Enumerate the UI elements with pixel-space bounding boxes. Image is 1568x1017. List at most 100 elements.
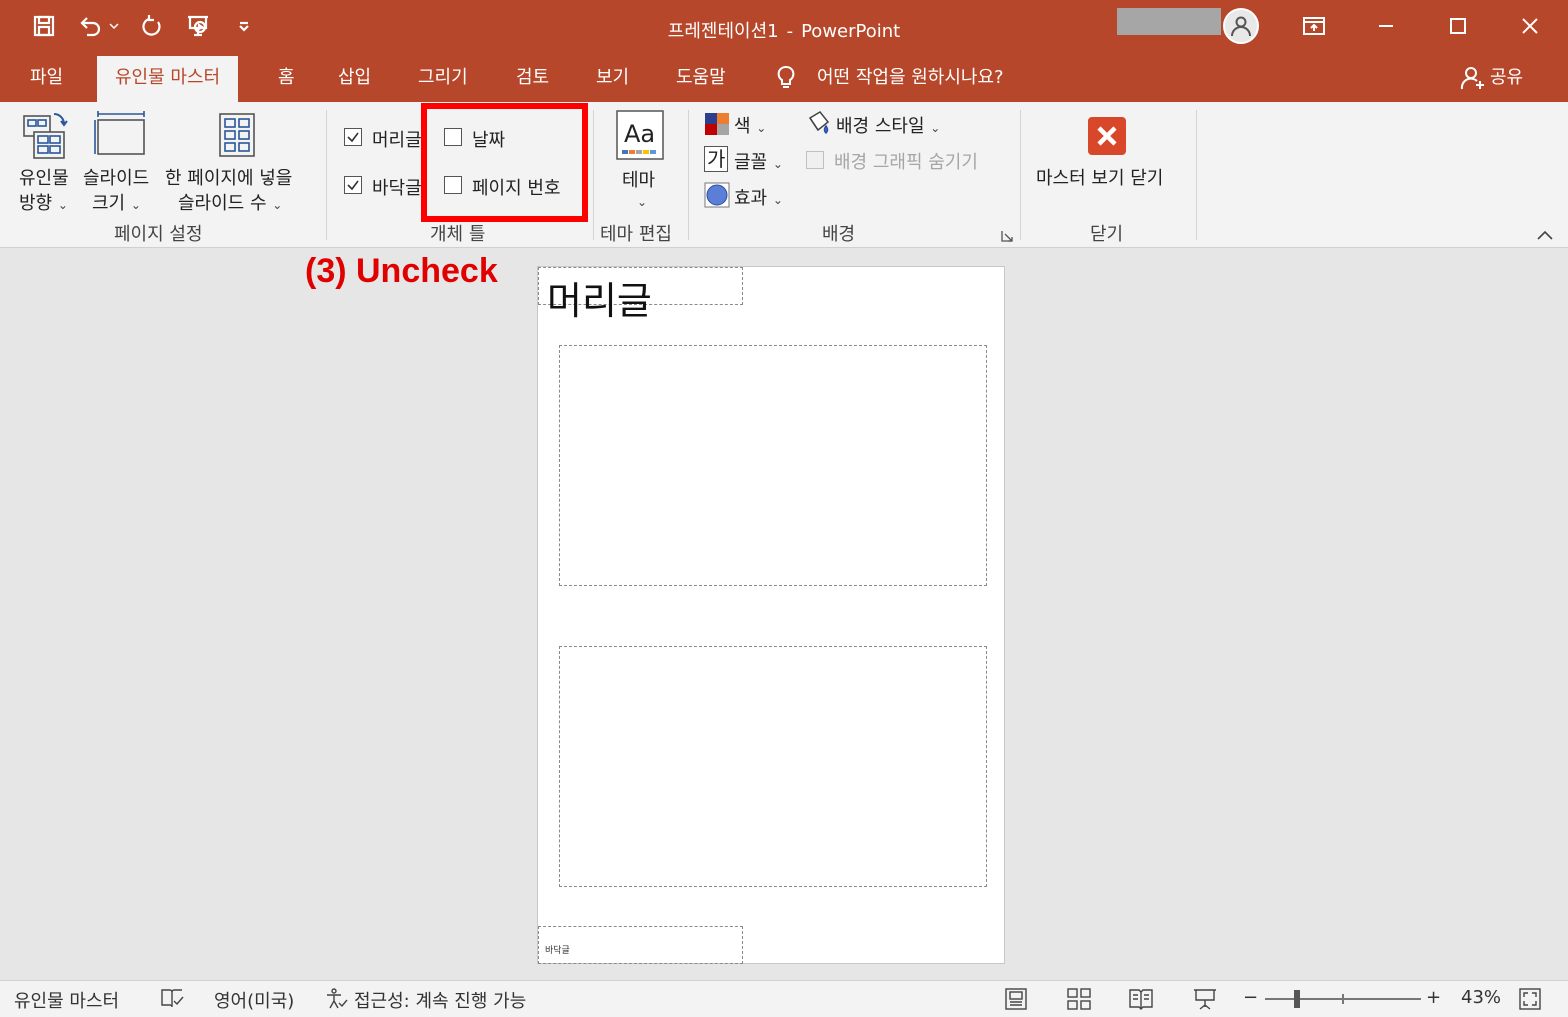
chevron-down-icon: ⌄ <box>772 193 783 207</box>
slide-placeholder-2[interactable] <box>559 646 987 887</box>
collapse-ribbon-icon[interactable] <box>1536 226 1554 245</box>
dialog-launcher-icon[interactable] <box>1000 228 1014 247</box>
reading-view-icon[interactable] <box>1128 987 1154 1016</box>
header-checkbox-label[interactable]: 머리글 <box>372 126 422 152</box>
tab-draw[interactable]: 그리기 <box>416 56 470 102</box>
minimize-icon[interactable] <box>1366 10 1406 42</box>
handout-orientation-button[interactable]: 방향 ⌄ <box>19 189 68 215</box>
slide-sorter-view-icon[interactable] <box>1066 987 1092 1016</box>
tab-insert[interactable]: 삽입 <box>336 56 373 102</box>
title-bar: 프레젠테이션1- PowerPoint <box>0 0 1568 56</box>
ribbon-display-icon[interactable] <box>1294 10 1334 42</box>
footer-checkbox[interactable] <box>344 176 362 194</box>
spelling-check-icon[interactable] <box>160 987 184 1014</box>
zoom-level[interactable]: 43% <box>1461 987 1501 1008</box>
background-styles-label: 배경 스타일 <box>836 116 925 137</box>
slides-per-page-label-2: 슬라이드 수 <box>178 193 267 214</box>
group-separator <box>1196 110 1197 240</box>
handout-orientation-icon[interactable] <box>22 110 70 164</box>
effects-button[interactable]: 효과 ⌄ <box>734 184 783 210</box>
share-button[interactable]: 공유 <box>1460 56 1523 100</box>
fonts-icon[interactable]: 가 <box>704 146 729 172</box>
notes-page-view-icon[interactable] <box>1004 987 1028 1016</box>
slide-size-label-1[interactable]: 슬라이드 <box>83 164 149 190</box>
chevron-down-icon: ⌄ <box>57 198 68 212</box>
chevron-down-icon: ⌄ <box>637 195 648 209</box>
app-name: PowerPoint <box>801 21 901 42</box>
tell-me-search[interactable]: 어떤 작업을 원하시나요? <box>817 56 1004 100</box>
slide-size-button[interactable]: 크기 ⌄ <box>92 189 141 215</box>
tab-help[interactable]: 도움말 <box>674 56 728 102</box>
colors-icon[interactable] <box>704 112 730 140</box>
footer-placeholder[interactable]: 바닥글 <box>538 926 743 964</box>
background-styles-button[interactable]: 배경 스타일 ⌄ <box>836 112 940 138</box>
effects-label: 효과 <box>734 188 768 209</box>
group-label-placeholders: 개체 틀 <box>430 224 486 245</box>
footer-checkbox-label[interactable]: 바닥글 <box>372 174 422 200</box>
header-placeholder-text: 머리글 <box>547 279 652 323</box>
theme-icon[interactable]: Aa <box>616 110 666 166</box>
group-separator <box>1020 110 1021 240</box>
handout-orientation-label-1[interactable]: 유인물 <box>19 164 69 190</box>
fonts-button[interactable]: 글꼴 ⌄ <box>734 148 783 174</box>
share-person-icon <box>1460 67 1484 90</box>
group-label-edit-theme: 테마 편집 <box>600 224 672 245</box>
chevron-down-icon: ⌄ <box>756 121 767 135</box>
fonts-label: 글꼴 <box>734 152 768 173</box>
close-icon[interactable] <box>1510 10 1550 42</box>
zoom-slider-thumb[interactable] <box>1294 990 1300 1008</box>
theme-dropdown[interactable]: ⌄ <box>637 190 647 211</box>
tab-review[interactable]: 검토 <box>514 56 551 102</box>
tab-home[interactable]: 홈 <box>276 56 297 102</box>
group-label-background: 배경 <box>822 224 856 245</box>
status-bar: 유인물 마스터 영어(미국) 접근성: 계속 진행 가능 − + 43% <box>0 980 1568 1017</box>
close-master-view-icon[interactable] <box>1087 116 1127 160</box>
highlight-box <box>421 103 588 222</box>
slide-size-label-2: 크기 <box>92 193 126 214</box>
header-checkbox[interactable] <box>344 128 362 146</box>
share-label: 공유 <box>1490 67 1524 88</box>
handout-page: 머리글 바닥글 <box>537 266 1005 964</box>
document-title: 프레젠테이션1 <box>667 21 779 42</box>
zoom-slider-center-tick <box>1342 994 1344 1004</box>
hide-background-graphics-label: 배경 그래픽 숨기기 <box>834 152 978 173</box>
group-separator <box>593 110 594 240</box>
zoom-in-button[interactable]: + <box>1426 987 1441 1008</box>
lightbulb-icon[interactable] <box>776 65 796 95</box>
slides-per-page-icon[interactable] <box>218 112 258 162</box>
header-placeholder[interactable]: 머리글 <box>538 267 743 323</box>
slide-size-icon[interactable] <box>94 110 148 162</box>
tab-handout-master[interactable]: 유인물 마스터 <box>97 56 239 102</box>
group-separator <box>326 110 327 240</box>
handout-orientation-label-2: 방향 <box>19 193 53 214</box>
zoom-out-button[interactable]: − <box>1243 987 1258 1008</box>
accessibility-icon[interactable] <box>322 987 348 1016</box>
hide-background-graphics-checkbox <box>806 151 824 169</box>
tab-file[interactable]: 파일 <box>28 56 65 102</box>
colors-button[interactable]: 색 ⌄ <box>734 112 766 138</box>
chevron-down-icon: ⌄ <box>930 121 941 135</box>
slide-placeholder-1[interactable] <box>559 345 987 586</box>
status-view-name: 유인물 마스터 <box>14 991 120 1012</box>
fit-to-window-icon[interactable] <box>1518 987 1542 1016</box>
effects-icon[interactable] <box>704 182 730 212</box>
slides-per-page-label-1[interactable]: 한 페이지에 넣을 <box>165 164 292 190</box>
slide-show-view-icon[interactable] <box>1192 987 1218 1016</box>
status-accessibility[interactable]: 접근성: 계속 진행 가능 <box>354 987 526 1013</box>
slides-per-page-button[interactable]: 슬라이드 수 ⌄ <box>178 189 282 215</box>
background-styles-icon[interactable] <box>806 110 832 140</box>
tab-view[interactable]: 보기 <box>594 56 631 102</box>
group-label-page-setup: 페이지 설정 <box>114 224 203 245</box>
footer-placeholder-text: 바닥글 <box>545 946 570 956</box>
maximize-icon[interactable] <box>1438 10 1478 42</box>
colors-label: 색 <box>734 116 751 137</box>
annotation-label: (3) Uncheck <box>305 252 498 290</box>
close-master-view-button[interactable]: 마스터 보기 닫기 <box>1036 164 1163 190</box>
group-separator <box>688 110 689 240</box>
chevron-down-icon: ⌄ <box>272 198 283 212</box>
status-language[interactable]: 영어(미국) <box>214 987 294 1013</box>
theme-button[interactable]: 테마 <box>622 166 655 192</box>
svg-text:Aa: Aa <box>624 120 655 148</box>
user-avatar-icon[interactable] <box>1223 8 1259 44</box>
user-name-redacted <box>1117 8 1221 35</box>
